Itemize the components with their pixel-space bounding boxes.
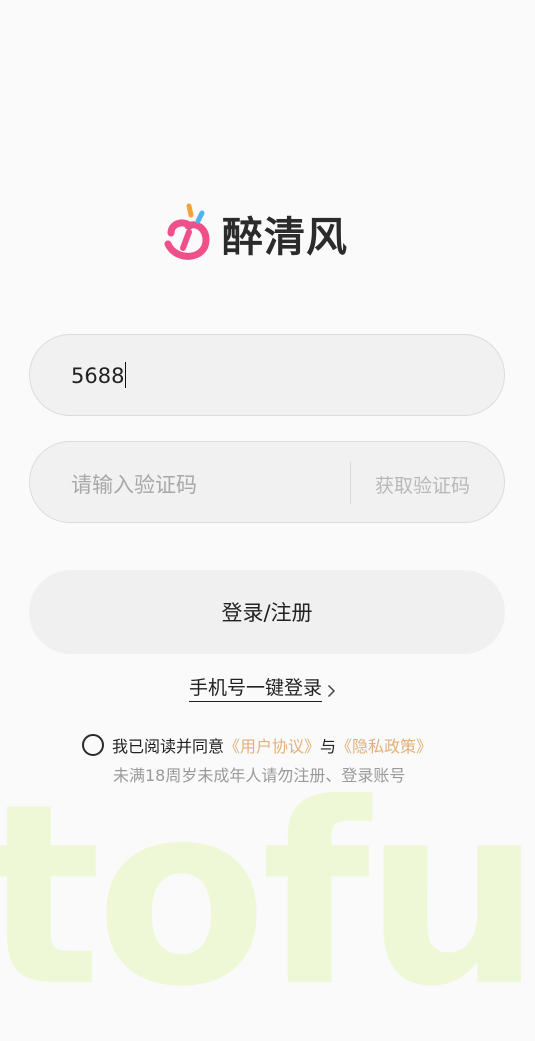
background-watermark: tofu bbox=[0, 750, 535, 1041]
verification-code-input[interactable]: 请输入验证码 获取验证码 bbox=[29, 441, 505, 523]
one-click-login-label: 手机号一键登录 bbox=[189, 673, 323, 702]
one-click-login-link[interactable]: 手机号一键登录 bbox=[189, 673, 336, 702]
agreement-row: 我已阅读并同意 《用户协议》 与 《隐私政策》 bbox=[82, 733, 432, 757]
app-logo: 醉清风 bbox=[158, 200, 348, 266]
brand-logo-icon bbox=[164, 203, 210, 260]
agreement-prefix: 我已阅读并同意 bbox=[112, 737, 225, 756]
age-notice: 未满18周岁未成年人请勿注册、登录账号 bbox=[113, 766, 406, 785]
text-caret bbox=[125, 362, 127, 388]
get-code-button[interactable]: 获取验证码 bbox=[375, 471, 470, 498]
verification-code-placeholder: 请输入验证码 bbox=[71, 473, 197, 497]
agreement-radio[interactable] bbox=[82, 734, 104, 756]
phone-input-value[interactable]: 5688 bbox=[71, 362, 127, 388]
app-name: 醉清风 bbox=[222, 213, 348, 261]
chevron-right-icon bbox=[327, 684, 336, 697]
login-register-button[interactable]: 登录/注册 bbox=[29, 570, 505, 654]
privacy-policy-link[interactable]: 《隐私政策》 bbox=[336, 733, 432, 757]
user-agreement-link[interactable]: 《用户协议》 bbox=[224, 733, 320, 757]
phone-input[interactable]: 5688 bbox=[29, 334, 505, 416]
agreement-conjunction: 与 bbox=[320, 737, 337, 756]
field-divider bbox=[350, 462, 351, 504]
